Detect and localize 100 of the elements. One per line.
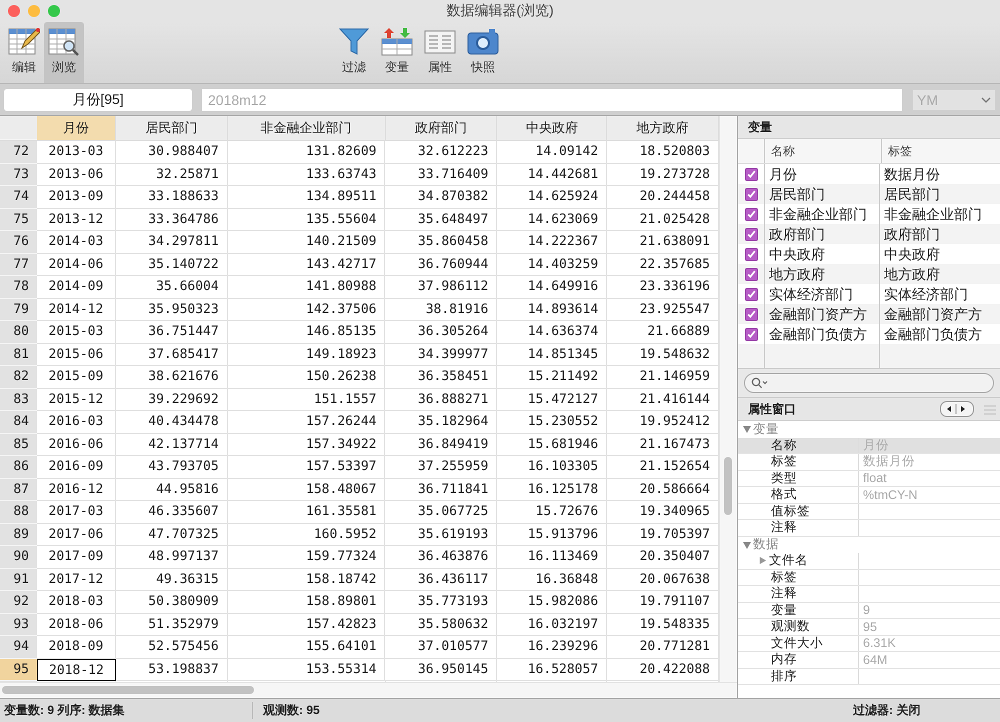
- checkbox[interactable]: [744, 168, 758, 180]
- checkbox[interactable]: [744, 228, 758, 240]
- row-number[interactable]: 77: [0, 254, 37, 276]
- row-number[interactable]: 80: [0, 321, 37, 344]
- table-cell: 155.64101: [228, 636, 386, 658]
- table-cell: 36.463876: [385, 546, 498, 568]
- table-cell: 14.851345: [497, 344, 608, 366]
- checkbox[interactable]: [744, 188, 758, 200]
- column-header[interactable]: 月份: [37, 116, 116, 140]
- table-cell: 2014-03: [37, 231, 116, 254]
- row-number[interactable]: 82: [0, 366, 37, 388]
- row-number[interactable]: 72: [0, 141, 37, 164]
- table-cell: 158.18742: [228, 568, 386, 591]
- checkbox[interactable]: [744, 248, 758, 260]
- group-toggle[interactable]: 数据: [742, 536, 779, 554]
- search-field[interactable]: [744, 373, 994, 393]
- table-cell: 49.36315: [116, 568, 228, 591]
- table-arrows-icon: [381, 26, 413, 56]
- table-cell: 35.773193: [385, 591, 498, 614]
- vertical-scrollbar-thumb[interactable]: [724, 457, 732, 515]
- table-cell: 160.5952: [228, 524, 386, 546]
- row-number[interactable]: 91: [0, 568, 37, 591]
- table-cell: 51.352979: [116, 614, 228, 636]
- checkbox[interactable]: [744, 208, 758, 220]
- row-number[interactable]: 90: [0, 546, 37, 568]
- toolbar-button[interactable]: 属性: [420, 22, 460, 78]
- variable-name[interactable]: 地方政府: [765, 264, 880, 284]
- toolbar-button[interactable]: 过滤: [334, 22, 374, 78]
- property-value: %tmCY-N: [863, 488, 918, 502]
- checkbox[interactable]: [744, 268, 758, 280]
- table-cell: 16.103305: [497, 456, 608, 478]
- variable-name[interactable]: 金融部门资产方: [765, 304, 880, 324]
- table-cell: 35.66004: [116, 276, 228, 298]
- table-cell: 47.707325: [116, 524, 228, 546]
- property-value: float: [863, 471, 887, 486]
- table-cell: 15.230552: [497, 411, 608, 434]
- table-cell: 14.222367: [497, 231, 608, 254]
- table-cell: 140.21509: [228, 231, 386, 254]
- table-cell: 14.649916: [497, 276, 608, 298]
- table-cell: 16.528057: [497, 658, 608, 681]
- triangle-right-icon[interactable]: [758, 556, 767, 566]
- table-cell: 157.42823: [228, 614, 386, 636]
- variable-label: 地方政府: [883, 265, 941, 284]
- row-number[interactable]: 86: [0, 456, 37, 478]
- toolbar-button[interactable]: 变量: [377, 22, 417, 78]
- row-number[interactable]: 95: [0, 658, 37, 681]
- row-number[interactable]: 92: [0, 591, 37, 614]
- row-number[interactable]: 87: [0, 478, 37, 501]
- mode-button[interactable]: 编辑: [4, 22, 44, 83]
- column-header[interactable]: 非金融企业部门: [228, 116, 386, 140]
- table-cell: 2014-12: [37, 298, 116, 321]
- table-cell: 39.229692: [116, 388, 228, 411]
- toolbar-button[interactable]: 快照: [463, 22, 503, 78]
- triangle-down-icon: [742, 424, 752, 434]
- back-forward-control[interactable]: [940, 401, 974, 417]
- property-name: 变量: [770, 602, 797, 619]
- column-header[interactable]: 政府部门: [386, 116, 498, 140]
- row-number[interactable]: 81: [0, 344, 37, 366]
- checkbox[interactable]: [744, 308, 758, 320]
- row-number[interactable]: 79: [0, 298, 37, 321]
- row-number[interactable]: 75: [0, 208, 37, 231]
- table-cell: 35.860458: [385, 231, 498, 254]
- table-cell: 35.580632: [385, 614, 498, 636]
- property-name: 观测数: [770, 618, 810, 636]
- row-number[interactable]: 93: [0, 614, 37, 636]
- table-cell: 35.619193: [385, 524, 498, 546]
- table-cell: 40.434478: [116, 411, 228, 434]
- row-number[interactable]: 84: [0, 411, 37, 434]
- row-number[interactable]: 78: [0, 276, 37, 298]
- row-number[interactable]: 76: [0, 231, 37, 254]
- column-header[interactable]: 中央政府: [497, 116, 608, 140]
- variable-name[interactable]: 居民部门: [765, 184, 880, 204]
- table-cell: 33.364786: [116, 208, 228, 231]
- table-cell: 37.255959: [385, 456, 498, 478]
- mode-button[interactable]: 浏览: [44, 22, 84, 83]
- row-number[interactable]: 74: [0, 186, 37, 208]
- row-number[interactable]: 73: [0, 164, 37, 186]
- cell-name-field[interactable]: 月份[95]: [4, 88, 192, 110]
- checkbox[interactable]: [744, 288, 758, 300]
- table-cell: 146.85135: [228, 321, 386, 344]
- horizontal-scrollbar-thumb[interactable]: [2, 686, 254, 694]
- camera-icon: [467, 26, 499, 56]
- property-name: 标签: [770, 453, 797, 470]
- column-header[interactable]: 居民部门: [116, 116, 228, 140]
- column-header[interactable]: 名称: [765, 139, 882, 163]
- row-number[interactable]: 89: [0, 524, 37, 546]
- row-number[interactable]: 88: [0, 501, 37, 524]
- row-number[interactable]: 94: [0, 636, 37, 658]
- table-cell: 36.436117: [385, 568, 498, 591]
- column-header[interactable]: 标签: [882, 139, 1000, 163]
- checkbox[interactable]: [744, 328, 758, 340]
- group-toggle[interactable]: 变量: [742, 421, 779, 438]
- row-number[interactable]: 85: [0, 434, 37, 456]
- table-cell: 35.140722: [116, 254, 228, 276]
- variable-name[interactable]: 政府部门: [765, 224, 880, 244]
- table-cell: 44.95816: [116, 478, 228, 501]
- table-cell: 50.380909: [116, 591, 228, 614]
- variable-label: 非金融企业部门: [883, 205, 983, 224]
- row-number[interactable]: 83: [0, 388, 37, 411]
- table-cell: 14.09142: [497, 141, 608, 164]
